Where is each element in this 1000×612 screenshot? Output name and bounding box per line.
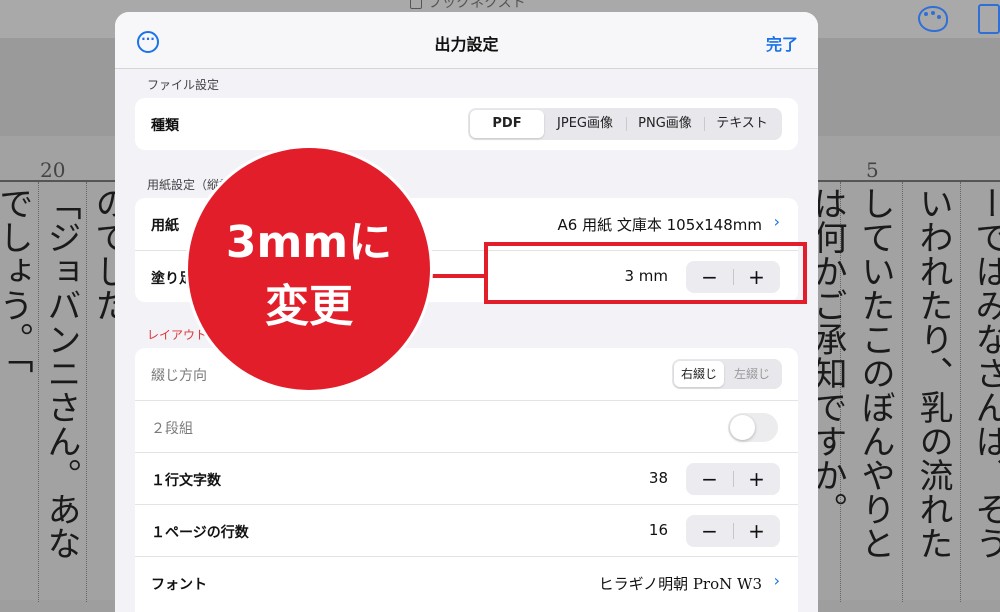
file-type-row: 種類 PDF JPEG画像 PNG画像 テキスト [135,98,798,150]
grid-line [38,182,39,602]
lines-per-page-stepper: − + [686,515,780,547]
document-settings-icon[interactable] [978,4,1000,34]
lines-per-page-increment-button[interactable]: + [733,515,780,547]
font-value: ヒラギノ明朝 ProN W3 [598,575,762,593]
document-icon [410,0,422,9]
annotation-line-2: 変更 [265,281,353,332]
manuscript-column: ーではみなさんは、そう [969,186,1000,560]
annotation-line-1: 3mmに [225,217,393,268]
chars-per-line-value: 38 [648,469,668,487]
binding-segmented-control: 右綴じ 左綴じ [672,359,782,389]
chars-per-line-increment-button[interactable]: + [733,463,780,495]
navigation-bar: ··· 出力設定 完了 [115,12,818,69]
chevron-right-icon: › [773,212,780,231]
paper-size-value: A6 用紙 文庫本 105x148mm [557,216,762,234]
grid-line [86,182,87,602]
chars-per-line-decrement-button[interactable]: − [686,463,733,495]
manuscript-column: いわれたり、乳の流れた [913,186,953,560]
lines-per-page-label: １ページの行数 [151,525,249,541]
palette-icon[interactable] [918,6,948,32]
binding-direction-label: 綴じ方向 [151,368,207,384]
chevron-right-icon: › [773,571,780,590]
background-app-title: ブックネクスト [410,0,526,12]
section-label-file: ファイル設定 [147,78,220,92]
grid-line [902,182,903,602]
manuscript-column: していたこのぼんやりと [855,186,895,560]
column-number: 20 [40,158,66,182]
manuscript-column: 「ジョバンニさん。あな [41,186,81,560]
file-type-option-pdf[interactable]: PDF [470,110,544,138]
file-settings-card: 種類 PDF JPEG画像 PNG画像 テキスト [135,98,798,150]
font-row[interactable]: フォント ヒラギノ明朝 ProN W3 › [135,556,798,609]
grid-line [960,182,961,602]
binding-option-right[interactable]: 右綴じ [674,361,724,387]
file-type-option-text[interactable]: テキスト [704,110,780,138]
chars-per-line-row: １行文字数 38 − + [135,452,798,505]
layout-settings-card: 綴じ方向 右綴じ 左綴じ ２段組 １行文字数 38 − + １ページの行数 16… [135,348,798,612]
lines-per-page-decrement-button[interactable]: − [686,515,733,547]
paper-size-label: 用紙 [151,218,179,234]
chars-per-line-label: １行文字数 [151,473,221,489]
two-column-label: ２段組 [151,421,193,437]
file-type-label: 種類 [151,118,179,134]
column-number: 5 [866,158,879,182]
sheet-title: 出力設定 [434,35,499,54]
done-button[interactable]: 完了 [766,31,798,55]
file-type-option-jpeg[interactable]: JPEG画像 [544,110,626,138]
annotation-highlight-box [484,242,807,304]
two-column-row: ２段組 [135,400,798,453]
font-label: フォント [151,577,207,593]
chars-per-line-stepper: − + [686,463,780,495]
binding-option-left[interactable]: 左綴じ [724,361,780,387]
two-column-toggle[interactable] [728,413,778,442]
manuscript-column: でしょう。「 [0,186,33,373]
lines-per-page-row: １ページの行数 16 − + [135,504,798,557]
file-type-segmented-control: PDF JPEG画像 PNG画像 テキスト [468,108,782,140]
file-type-option-png[interactable]: PNG画像 [626,110,704,138]
bleed-label: 塗り足 [151,271,193,287]
annotation-callout: 3mmに 変更 [188,148,430,390]
lines-per-page-value: 16 [648,521,668,539]
